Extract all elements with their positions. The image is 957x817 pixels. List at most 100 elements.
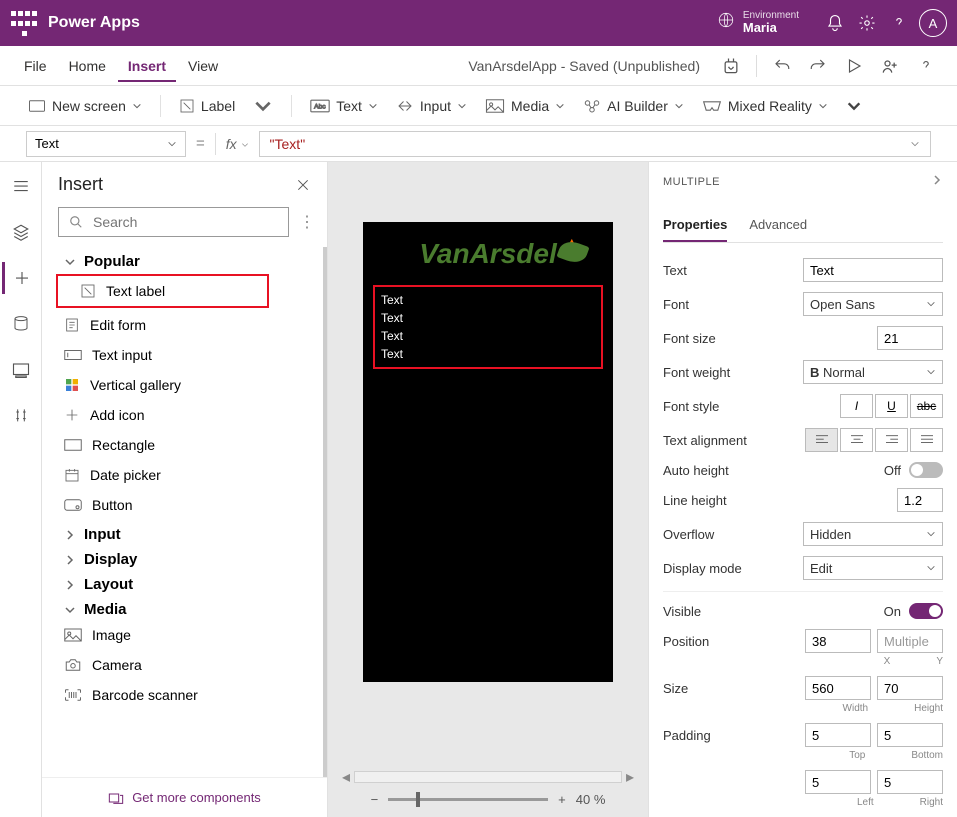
prop-pad-bottom-input[interactable] xyxy=(877,723,943,747)
prop-width-input[interactable] xyxy=(805,676,871,700)
share-icon[interactable] xyxy=(873,49,907,83)
tools-icon[interactable] xyxy=(2,400,40,432)
left-toolbar xyxy=(0,162,42,817)
app-checker-icon[interactable] xyxy=(714,49,748,83)
media-panel-icon[interactable] xyxy=(2,354,40,386)
app-logo: VanArsdel▲ xyxy=(363,222,613,277)
tree-view-icon[interactable] xyxy=(2,170,40,202)
item-vertical-gallery[interactable]: Vertical gallery xyxy=(42,370,323,400)
menu-view[interactable]: View xyxy=(178,50,228,82)
item-rectangle[interactable]: Rectangle xyxy=(42,430,323,460)
underline-button[interactable]: U xyxy=(875,394,908,418)
zoom-value: 40 % xyxy=(576,792,606,807)
redo-icon[interactable] xyxy=(801,49,835,83)
prop-overflow-dropdown[interactable]: Hidden xyxy=(803,522,943,546)
user-avatar[interactable]: A xyxy=(919,9,947,37)
panel-more-icon[interactable]: ⋮ xyxy=(299,212,315,232)
ribbon-overflow-icon[interactable] xyxy=(840,94,868,118)
search-input[interactable] xyxy=(58,207,289,237)
align-right-icon[interactable] xyxy=(875,428,908,452)
canvas[interactable]: VanArsdel▲ Text Text Text Text ◂▸ − + 40… xyxy=(328,162,648,817)
notifications-icon[interactable] xyxy=(819,7,851,39)
mixed-reality-dropdown[interactable]: Mixed Reality xyxy=(696,94,834,118)
canvas-text-2[interactable]: Text xyxy=(381,309,595,327)
input-dropdown[interactable]: Input xyxy=(390,94,473,118)
prop-pad-top-input[interactable] xyxy=(805,723,871,747)
prop-font-dropdown[interactable]: Open Sans xyxy=(803,292,943,316)
layers-icon[interactable] xyxy=(2,216,40,248)
menu-home[interactable]: Home xyxy=(59,50,116,82)
zoom-control[interactable]: − + 40 % xyxy=(338,785,638,813)
group-popular[interactable]: Popular xyxy=(42,247,323,272)
undo-icon[interactable] xyxy=(765,49,799,83)
prop-x-input[interactable] xyxy=(805,629,871,653)
group-input[interactable]: Input xyxy=(42,520,323,545)
item-text-label[interactable]: Text label xyxy=(58,276,267,306)
tab-advanced[interactable]: Advanced xyxy=(749,211,807,242)
item-image[interactable]: Image xyxy=(42,620,323,650)
data-icon[interactable] xyxy=(2,308,40,340)
fx-label: fx xyxy=(226,136,249,152)
prop-displaymode-dropdown[interactable]: Edit xyxy=(803,556,943,580)
prop-pad-right-input[interactable] xyxy=(877,770,943,794)
close-icon[interactable] xyxy=(295,177,311,193)
prop-lineheight-input[interactable] xyxy=(897,488,943,512)
alignment-buttons xyxy=(805,428,943,452)
selected-labels-group[interactable]: Text Text Text Text xyxy=(373,285,603,369)
insert-plus-icon[interactable] xyxy=(2,262,40,294)
label-button[interactable]: Label xyxy=(173,92,279,120)
prop-fontweight-dropdown[interactable]: B Normal xyxy=(803,360,943,384)
insert-panel: Insert ⋮ Popular Text label xyxy=(42,162,328,817)
ai-builder-dropdown[interactable]: AI Builder xyxy=(577,94,690,118)
canvas-text-3[interactable]: Text xyxy=(381,327,595,345)
menu-file[interactable]: File xyxy=(14,50,57,82)
expand-properties-icon[interactable] xyxy=(931,174,943,189)
settings-gear-icon[interactable] xyxy=(851,7,883,39)
zoom-slider[interactable] xyxy=(388,798,548,801)
environment-picker[interactable]: Environment Maria xyxy=(717,10,819,35)
visible-toggle[interactable] xyxy=(909,603,943,619)
prop-fontsize-input[interactable] xyxy=(877,326,943,350)
group-media[interactable]: Media xyxy=(42,595,323,620)
tab-properties[interactable]: Properties xyxy=(663,211,727,242)
get-more-components[interactable]: Get more components xyxy=(42,777,327,817)
item-text-input[interactable]: Text input xyxy=(42,340,323,370)
new-screen-button[interactable]: New screen xyxy=(22,94,148,118)
item-date-picker[interactable]: Date picker xyxy=(42,460,323,490)
font-style-buttons: I U abc xyxy=(840,394,943,418)
prop-pad-left-input[interactable] xyxy=(805,770,871,794)
top-header: Power Apps Environment Maria A xyxy=(0,0,957,46)
app-launcher-icon[interactable] xyxy=(10,9,38,37)
item-edit-form[interactable]: Edit form xyxy=(42,310,323,340)
align-left-icon[interactable] xyxy=(805,428,838,452)
help-question-icon[interactable] xyxy=(909,49,943,83)
canvas-text-1[interactable]: Text xyxy=(381,291,595,309)
italic-button[interactable]: I xyxy=(840,394,873,418)
item-add-icon[interactable]: Add icon xyxy=(42,400,323,430)
prop-text-input[interactable] xyxy=(803,258,943,282)
item-button[interactable]: Button xyxy=(42,490,323,520)
app-status: VanArsdelApp - Saved (Unpublished) xyxy=(468,58,712,74)
help-icon[interactable] xyxy=(883,7,915,39)
strike-button[interactable]: abc xyxy=(910,394,943,418)
prop-y-input[interactable] xyxy=(877,629,943,653)
play-preview-icon[interactable] xyxy=(837,49,871,83)
item-barcode-scanner[interactable]: Barcode scanner xyxy=(42,680,323,710)
device-preview[interactable]: VanArsdel▲ Text Text Text Text xyxy=(363,222,613,682)
media-dropdown[interactable]: Media xyxy=(479,94,571,118)
item-camera[interactable]: Camera xyxy=(42,650,323,680)
canvas-horizontal-scrollbar[interactable]: ◂▸ xyxy=(338,771,638,783)
align-center-icon[interactable] xyxy=(840,428,873,452)
insert-panel-title: Insert xyxy=(58,174,103,195)
prop-height-input[interactable] xyxy=(877,676,943,700)
text-dropdown[interactable]: Abc Text xyxy=(304,94,384,118)
menu-insert[interactable]: Insert xyxy=(118,50,176,82)
group-display[interactable]: Display xyxy=(42,545,323,570)
auto-height-toggle[interactable] xyxy=(909,462,943,478)
align-justify-icon[interactable] xyxy=(910,428,943,452)
canvas-text-4[interactable]: Text xyxy=(381,345,595,363)
svg-text:Abc: Abc xyxy=(314,103,326,110)
group-layout[interactable]: Layout xyxy=(42,570,323,595)
formula-input[interactable]: "Text" xyxy=(259,131,931,157)
property-selector[interactable]: Text xyxy=(26,131,186,157)
